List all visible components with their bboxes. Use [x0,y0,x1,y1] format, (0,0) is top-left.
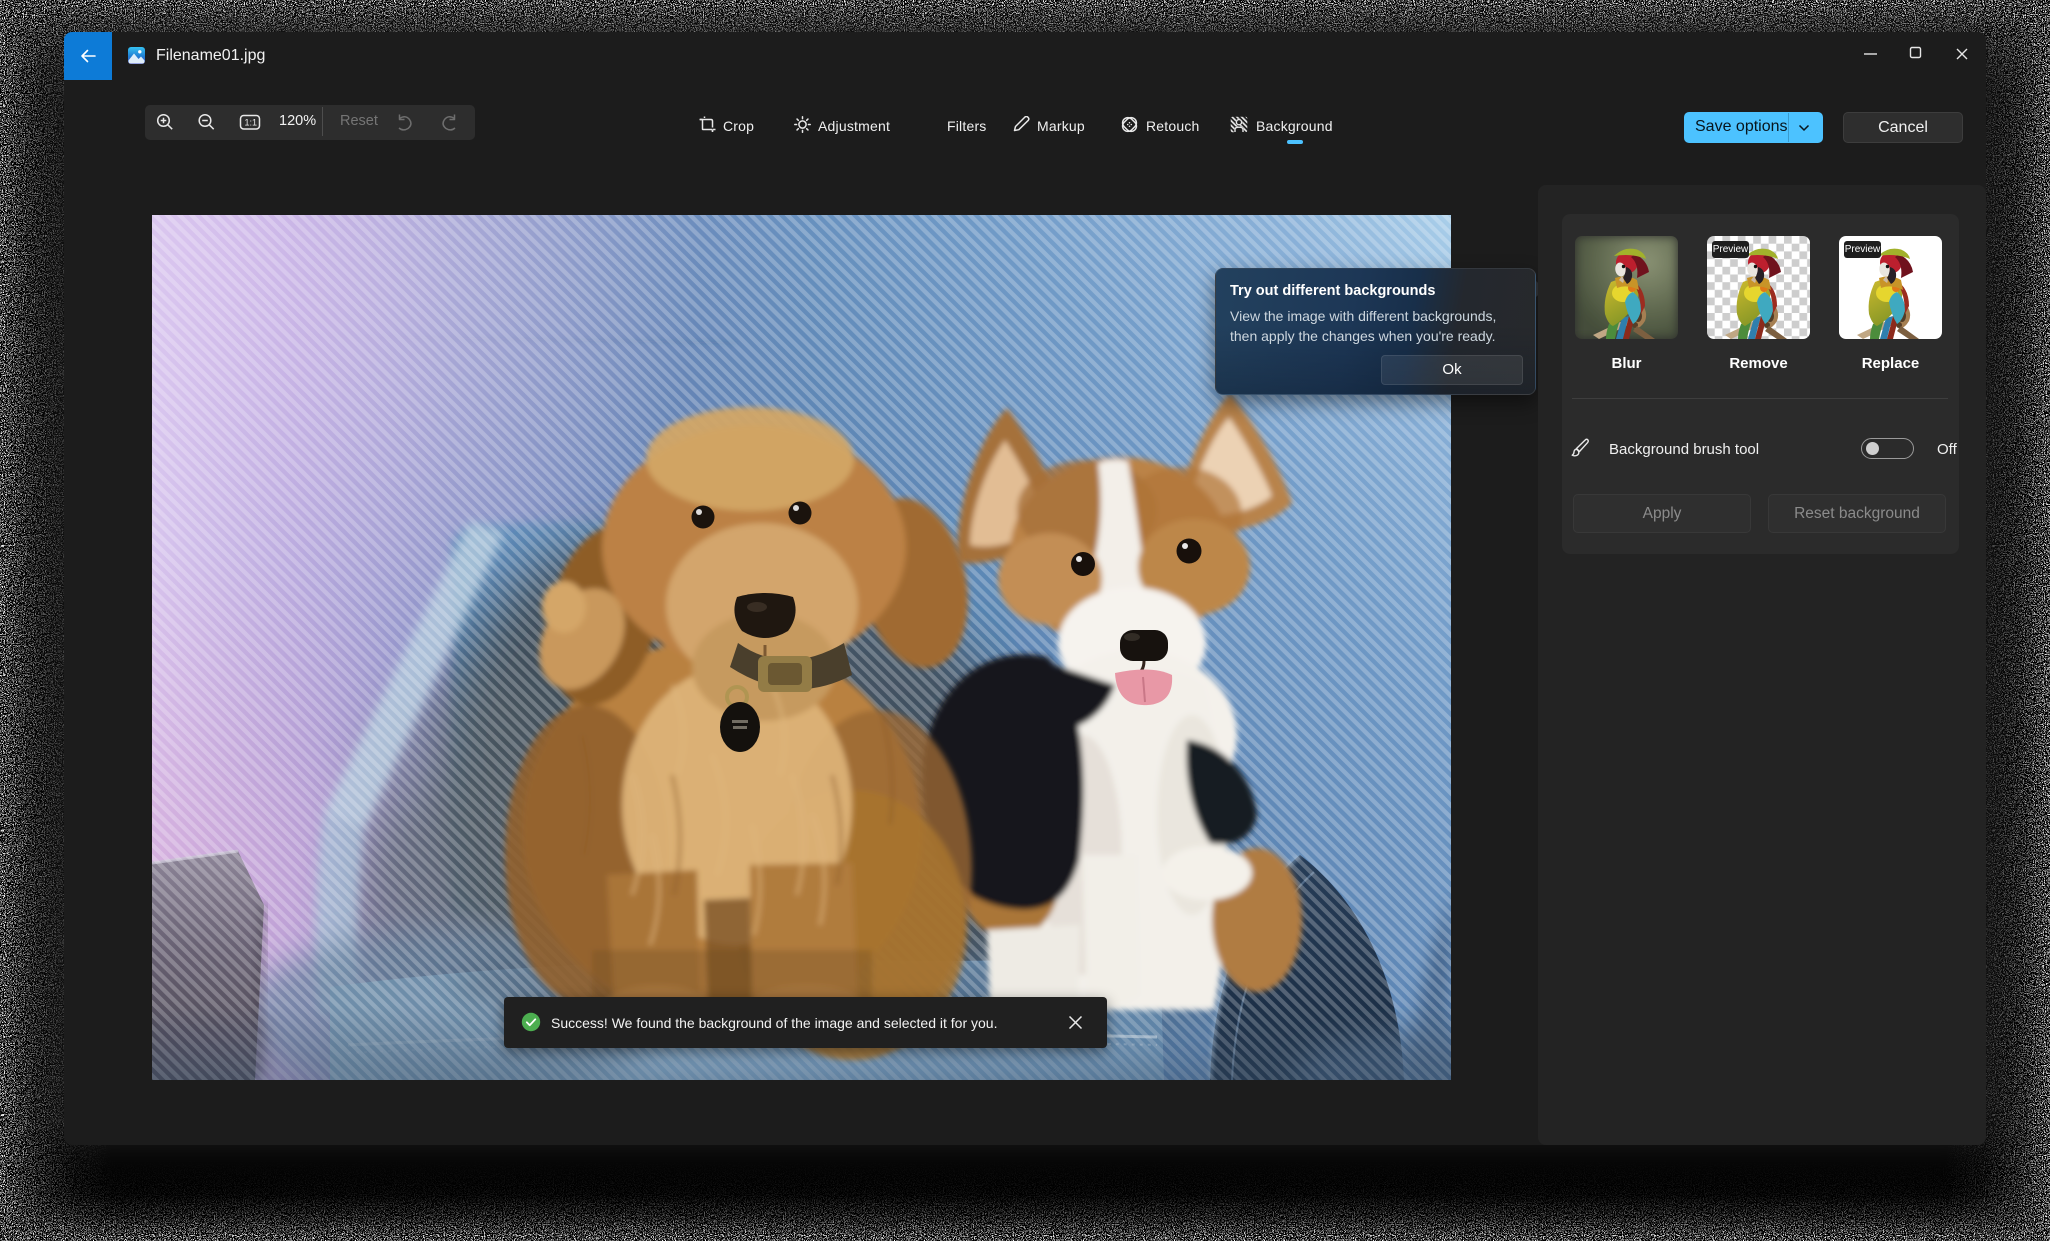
svg-text:1:1: 1:1 [245,118,258,128]
